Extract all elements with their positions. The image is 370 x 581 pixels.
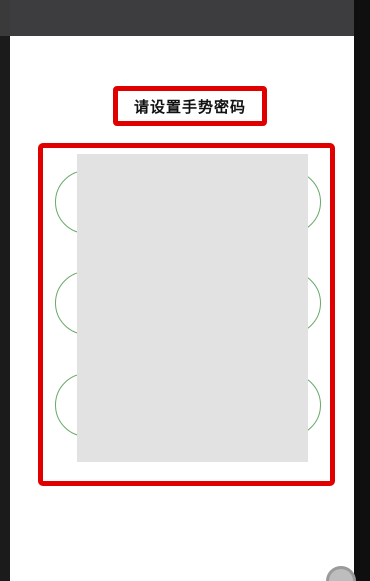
status-bar-strip <box>10 0 354 36</box>
redacted-overlay <box>77 154 308 462</box>
page-title: 请设置手势密码 <box>133 97 246 116</box>
device-edge <box>354 0 370 581</box>
device-frame: 请设置手势密码 <box>0 0 370 581</box>
status-bar <box>0 0 370 36</box>
title-highlight-box: 请设置手势密码 <box>113 86 267 126</box>
